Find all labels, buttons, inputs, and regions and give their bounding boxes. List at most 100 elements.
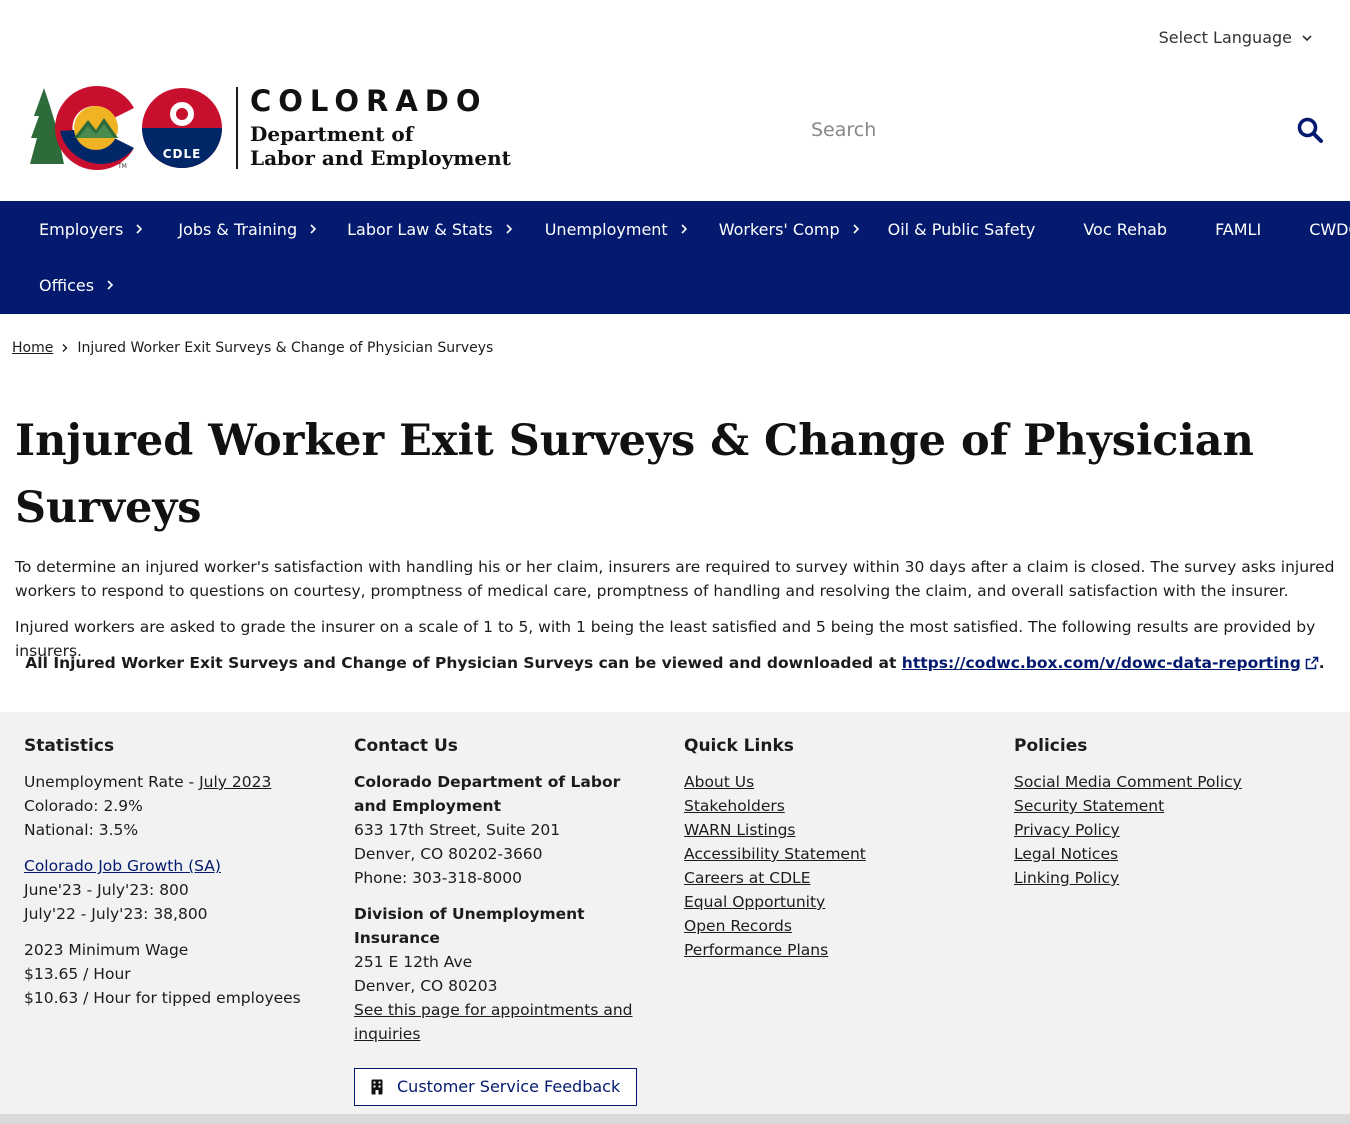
- cdle-address: Colorado Department of Labor and Employm…: [354, 770, 644, 890]
- chevron-right-icon: [136, 224, 143, 234]
- logo-dept-line2: Labor and Employment: [250, 146, 511, 170]
- nav-row-2: Offices: [0, 257, 1350, 313]
- unemployment-rate-line: Unemployment Rate - July 2023: [24, 770, 324, 794]
- nav-item-oil-public-safety[interactable]: Oil & Public Safety: [860, 201, 1036, 257]
- footer-policies: Policies Social Media Comment Policy Sec…: [1014, 736, 1314, 890]
- nav-item-cwdc[interactable]: CWDC: [1261, 201, 1350, 257]
- nav-item-jobs-training[interactable]: Jobs & Training: [143, 201, 317, 257]
- growth-year: July'22 - July'23: 38,800: [24, 905, 208, 923]
- language-select-label: Select Language: [1158, 28, 1292, 47]
- colorado-c-logo-icon: TM CDLE: [30, 86, 222, 170]
- contact-org: Colorado Department of Labor and Employm…: [354, 773, 621, 815]
- logo-text: COLORADO Department of Labor and Employm…: [250, 86, 511, 170]
- nav-item-famli[interactable]: FAMLI: [1167, 201, 1261, 257]
- nav-item-label: FAMLI: [1215, 219, 1262, 239]
- building-icon: [371, 1079, 383, 1095]
- breadcrumb-separator-icon: [62, 344, 68, 352]
- policy-linking[interactable]: Linking Policy: [1014, 866, 1314, 890]
- min-wage-title: 2023 Minimum Wage: [24, 941, 189, 959]
- job-growth-link[interactable]: Colorado Job Growth (SA): [24, 854, 324, 878]
- quick-links-heading: Quick Links: [684, 736, 794, 756]
- chevron-right-icon: [107, 280, 114, 290]
- chevron-right-icon: [506, 224, 512, 234]
- quick-link-stakeholders[interactable]: Stakeholders: [684, 794, 984, 818]
- chevron-right-icon: [853, 224, 859, 234]
- nav-row-1: Employers Jobs & Training Labor Law & St…: [0, 201, 1350, 257]
- cdle-logo[interactable]: TM CDLE COLORADO Department of Labor and…: [30, 86, 511, 170]
- nav-item-labor-law-stats[interactable]: Labor Law & Stats: [317, 201, 513, 257]
- nav-item-label: Voc Rehab: [1083, 219, 1168, 239]
- national-rate: National: 3.5%: [24, 821, 139, 839]
- policy-legal-notices[interactable]: Legal Notices: [1014, 842, 1314, 866]
- footer-bottom-bar: [0, 1114, 1350, 1124]
- feedback-button-label: Customer Service Feedback: [397, 1077, 621, 1096]
- quick-link-careers[interactable]: Careers at CDLE: [684, 866, 984, 890]
- search-button[interactable]: [1290, 110, 1330, 150]
- quick-link-performance-plans[interactable]: Performance Plans: [684, 938, 984, 962]
- policy-social-media[interactable]: Social Media Comment Policy: [1014, 770, 1314, 794]
- statistics-heading: Statistics: [24, 736, 115, 756]
- unemployment-rate-prefix: Unemployment Rate -: [24, 773, 200, 791]
- division-address1: 251 E 12th Ave: [354, 953, 473, 971]
- svg-text:TM: TM: [117, 163, 127, 170]
- nav-item-label: Oil & Public Safety: [887, 219, 1036, 239]
- surveys-data-link-text: https://codwc.box.com/v/dowc-data-report…: [901, 654, 1301, 672]
- language-select[interactable]: Select Language: [1159, 28, 1312, 47]
- policies-heading: Policies: [1014, 736, 1088, 756]
- customer-service-feedback-button[interactable]: Customer Service Feedback: [354, 1068, 638, 1106]
- nav-item-label: Labor Law & Stats: [347, 219, 493, 239]
- contact-heading: Contact Us: [354, 736, 458, 756]
- unemployment-month-link[interactable]: July 2023: [199, 773, 271, 791]
- nav-item-offices[interactable]: Offices: [0, 257, 114, 313]
- growth-month: June'23 - July'23: 800: [24, 881, 189, 899]
- page-title: Injured Worker Exit Surveys & Change of …: [15, 416, 1254, 533]
- nav-item-voc-rehab[interactable]: Voc Rehab: [1035, 201, 1167, 257]
- policy-security[interactable]: Security Statement: [1014, 794, 1314, 818]
- quick-link-warn-listings[interactable]: WARN Listings: [684, 818, 984, 842]
- search-icon: [1297, 117, 1323, 143]
- quick-link-accessibility[interactable]: Accessibility Statement: [684, 842, 984, 866]
- nav-item-label: Workers' Comp: [718, 219, 840, 239]
- logo-divider: [236, 87, 238, 169]
- surveys-notice-end: .: [1318, 654, 1325, 672]
- external-link-icon: [1305, 656, 1319, 670]
- quick-link-equal-opportunity[interactable]: Equal Opportunity: [684, 890, 984, 914]
- job-growth-stats: Colorado Job Growth (SA) June'23 - July'…: [24, 854, 324, 926]
- minimum-wage-stats: 2023 Minimum Wage $13.65 / Hour $10.63 /…: [24, 938, 324, 1010]
- quick-link-open-records[interactable]: Open Records: [684, 914, 984, 938]
- search-input[interactable]: [800, 106, 1290, 154]
- nav-item-unemployment[interactable]: Unemployment: [513, 201, 688, 257]
- site-footer: Statistics Unemployment Rate - July 2023…: [0, 712, 1350, 1114]
- colorado-rate: Colorado: 2.9%: [24, 797, 143, 815]
- main-navigation: Employers Jobs & Training Labor Law & St…: [0, 201, 1350, 314]
- cdle-badge-text: CDLE: [163, 147, 202, 161]
- breadcrumb: Home Injured Worker Exit Surveys & Chang…: [12, 340, 493, 356]
- min-wage-tipped: $10.63 / Hour for tipped employees: [24, 989, 301, 1007]
- logo-dept-line1: Department of: [250, 122, 414, 146]
- division-name: Division of Unemployment Insurance: [354, 905, 585, 947]
- unemployment-stats: Unemployment Rate - July 2023 Colorado: …: [24, 770, 324, 842]
- appointments-link[interactable]: See this page for appointments and inqui…: [354, 998, 644, 1046]
- search-bar: [800, 106, 1330, 154]
- contact-address2: Denver, CO 80202-3660: [354, 845, 543, 863]
- breadcrumb-home-link[interactable]: Home: [12, 340, 53, 356]
- chevron-right-icon: [681, 224, 687, 234]
- contact-address1: 633 17th Street, Suite 201: [354, 821, 561, 839]
- contact-phone: Phone: 303-318-8000: [354, 869, 522, 887]
- nav-item-label: Jobs & Training: [178, 219, 298, 239]
- footer-statistics: Statistics Unemployment Rate - July 2023…: [24, 736, 324, 1022]
- policy-privacy[interactable]: Privacy Policy: [1014, 818, 1314, 842]
- quick-link-about-us[interactable]: About Us: [684, 770, 984, 794]
- nav-item-workers-comp[interactable]: Workers' Comp: [688, 201, 860, 257]
- nav-item-label: Employers: [39, 219, 124, 239]
- intro-paragraph: To determine an injured worker's satisfa…: [15, 558, 1335, 600]
- footer-contact: Contact Us Colorado Department of Labor …: [354, 736, 644, 1106]
- surveys-notice-text: All Injured Worker Exit Surveys and Chan…: [25, 654, 902, 672]
- chevron-right-icon: [310, 224, 317, 234]
- surveys-data-link[interactable]: https://codwc.box.com/v/dowc-data-report…: [902, 654, 1319, 672]
- logo-state-name: COLORADO: [250, 84, 488, 118]
- chevron-down-icon: [1302, 34, 1312, 41]
- nav-item-label: CWDC: [1309, 219, 1350, 239]
- footer-quick-links: Quick Links About Us Stakeholders WARN L…: [684, 736, 984, 962]
- nav-item-employers[interactable]: Employers: [0, 201, 143, 257]
